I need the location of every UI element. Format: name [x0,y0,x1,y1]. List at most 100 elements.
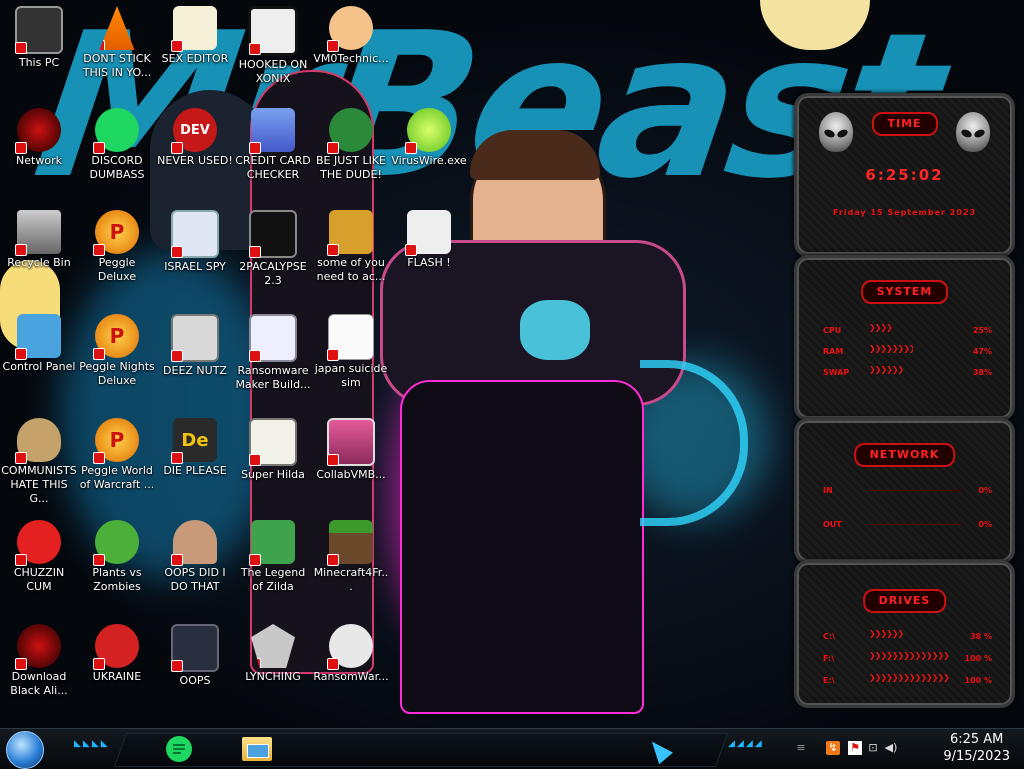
desktop-icon-peggle-deluxe[interactable]: P Peggle Deluxe [78,210,156,284]
drive-meter-value: 100 % [964,675,993,685]
shortcut-arrow-icon [327,658,339,670]
time-gadget[interactable]: TIME 6:25:02 Friday 15 September 2023 [794,93,1015,257]
drive-meter-bar: ❯❯❯❯❯❯❯❯❯❯❯❯❯❯ [869,629,962,639]
system-meter-bar: ❯❯❯❯❯❯❯❯❯❯❯❯❯❯ [869,323,962,333]
shortcut-arrow-icon [249,43,261,55]
drive-meter-label: E:\ [823,675,835,685]
desktop-icon-some-of-you[interactable]: some of you need to ac... [312,210,390,284]
network-tray-icon[interactable]: ⊡ [866,741,880,755]
drive-meter-value: 38 % [970,631,992,641]
desktop-icon-super-hilda[interactable]: Super Hilda [234,418,312,482]
desktop-icon-legend-zilda[interactable]: The Legend of Zilda [234,520,312,594]
shortcut-arrow-icon [405,244,417,256]
money-bag-icon [15,418,61,464]
action-center-flag-icon[interactable]: ⚑ [848,741,862,755]
shortcut-arrow-icon [327,554,339,566]
system-gadget-title: SYSTEM [860,280,949,304]
desktop-icon-never-used[interactable]: DEV NEVER USED! [156,108,234,168]
desktop-icon-label: This PC [18,56,60,69]
shortcut-arrow-icon [327,142,339,154]
desktop-icon-dont-stick[interactable]: DONT STICK THIS IN YO... [78,6,156,80]
desktop-icon-label: CHUZZIN CUM [13,566,65,593]
desktop-icon-ransomware-maker[interactable]: Ransomware Maker Build... [234,314,312,392]
desktop-icon-this-pc[interactable]: This PC [0,6,78,70]
network-meter-bar: ❯❯❯❯❯❯❯❯❯❯❯❯❯❯ [869,487,962,493]
desktop-icon-recycle-bin[interactable]: Recycle Bin [0,210,78,270]
trash-icon [15,210,61,256]
credit-card-icon [249,108,295,154]
desktop-icon-japan-suicide[interactable]: japan suicide sim [312,314,390,390]
desktop-icon-die-please[interactable]: De DIE PLEASE [156,418,234,478]
desktop-icon-sex-editor[interactable]: SEX EDITOR [156,6,234,66]
system-meter-bar: ❯❯❯❯❯❯❯❯❯❯❯❯❯❯ [869,365,962,375]
clock-date: 9/15/2023 [943,749,1010,764]
desktop-icon-flash[interactable]: FLASH ! [390,210,468,270]
drive-meter-row: E:\ ❯❯❯❯❯❯❯❯❯❯❯❯❯❯ 100 % [823,673,992,687]
shortcut-arrow-icon [249,142,261,154]
desktop-icon-lynching[interactable]: LYNCHING [234,624,312,684]
volume-icon[interactable]: ◀) [884,741,898,755]
desktop-icon-control-panel[interactable]: Control Panel [0,314,78,374]
shortcut-arrow-icon [249,350,261,362]
desktop-icon-peggle-nights[interactable]: P Peggle Nights Deluxe [78,314,156,388]
lime-icon [405,108,451,154]
network-meter-baseline [869,524,962,525]
desktop-icon-collabvmb[interactable]: CollabVMB... [312,418,390,482]
start-button[interactable] [6,731,44,769]
system-gadget[interactable]: SYSTEM CPU ❯❯❯❯❯❯❯❯❯❯❯❯❯❯ 25% RAM ❯❯❯❯❯❯❯❯❯❯… [794,255,1015,421]
portrait-icon [171,520,217,566]
network-gadget[interactable]: NETWORK IN ❯❯❯❯❯❯❯❯❯❯❯❯❯❯ 0% OUT ❯❯❯❯❯❯❯❯❯❯❯… [794,418,1015,564]
shortcut-arrow-icon [327,244,339,256]
network-gadget-title: NETWORK [853,443,956,467]
tray-overflow-icon[interactable]: ≡ [794,741,808,755]
taskbar: ◣◣◣◣ ◢◢◢◢ ≡ ↯ ⚑ ⊡ ◀) 6:25 AM 9/15/2023 [0,728,1024,769]
network-meter-bar: ❯❯❯❯❯❯❯❯❯❯❯❯❯❯ [869,521,962,527]
control-panel-icon [15,314,61,360]
desktop-icon-peggle-world[interactable]: P Peggle World of Warcraft ... [78,418,156,492]
desktop-icon-credit-card[interactable]: CREDIT CARD CHECKER [234,108,312,182]
desktop-icon-chuzzin-cum[interactable]: CHUZZIN CUM [0,520,78,594]
desktop-icon-ransomwar[interactable]: RansomWar... [312,624,390,684]
taskbar-app-area [113,733,729,767]
desktop-icon-ukraine[interactable]: UKRAINE [78,624,156,684]
shortcut-arrow-icon [249,454,261,466]
pixel-cat-icon [249,418,297,466]
desktop-icon-oops-did[interactable]: OOPS DID I DO THAT [156,520,234,594]
shortcut-arrow-icon [93,658,105,670]
desktop-icon-label: Peggle World of Warcraft ... [79,464,155,491]
wallpaper-tiger-head [520,300,590,360]
desktop-icon-minecraft[interactable]: Minecraft4Fr... [312,520,390,594]
taskbar-chat-app[interactable] [162,732,196,766]
desktop-icon-2pacalypse[interactable]: 2PACALYPSE 2.3 [234,210,312,288]
shortcut-arrow-icon [15,142,27,154]
desktop-icon-download-alien[interactable]: Download Black Ali... [0,624,78,698]
desktop-icon-communists[interactable]: COMMUNISTS HATE THIS G... [0,418,78,506]
chat-icon [93,108,139,154]
alien-head-icon [956,112,990,152]
drive-meter-fill: ❯❯❯❯❯❯❯❯❯❯❯❯❯❯ [869,629,904,638]
desktop-icon-pvz[interactable]: Plants vs Zombies [78,520,156,594]
taskbar-file-explorer[interactable] [240,732,274,766]
desktop-icon-viruswire[interactable]: VirusWire.exe [390,108,468,168]
network-meter-label: OUT [823,519,842,529]
desktop-icon-deez-nutz[interactable]: DEEZ NUTZ [156,314,234,378]
desktop-icon-hooked-on-xonix[interactable]: HOOKED ON XONIX [234,6,312,86]
shortcut-arrow-icon [171,40,183,52]
taskbar-clock[interactable]: 6:25 AM 9/15/2023 [943,731,1010,765]
flash-icon [405,210,451,256]
network-meter-value: 0% [978,519,992,529]
desktop-icon-be-just-like[interactable]: BE JUST LIKE THE DUDE! [312,108,390,182]
desktop-icon-label: DISCORD DUMBASS [89,154,145,181]
desktop-icon-israel-spy[interactable]: ISRAEL SPY [156,210,234,274]
desktop-icon-vm0-technic[interactable]: VM0Technic... [312,6,390,66]
drives-gadget[interactable]: DRIVES C:\ ❯❯❯❯❯❯❯❯❯❯❯❯❯❯ 38 % F:\ ❯❯❯❯❯❯❯❯❯… [794,560,1015,708]
desktop-icon-oops[interactable]: OOPS [156,624,234,688]
desktop-icon-network[interactable]: Network [0,108,78,168]
shortcut-arrow-icon [327,40,339,52]
tray-app-icon[interactable]: ↯ [826,741,840,755]
desktop-icon-label: Download Black Ali... [10,670,68,697]
desktop-icon-discord[interactable]: DISCORD DUMBASS [78,108,156,182]
traffic-cone-icon [99,6,135,50]
adobe-director-icon: De [171,418,217,464]
shortcut-arrow-icon [171,452,183,464]
